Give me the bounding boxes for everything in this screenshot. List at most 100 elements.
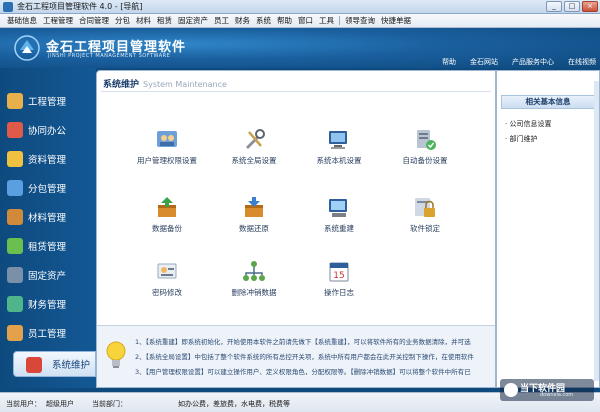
tool-auto-backup[interactable]: 自动备份设置 bbox=[390, 127, 460, 165]
link-service-center[interactable]: 产品服务中心 bbox=[512, 57, 554, 67]
menu-help[interactable]: 帮助 bbox=[274, 15, 295, 26]
tool-label: 数据备份 bbox=[152, 224, 182, 233]
sidebar-item-finance[interactable]: 财务管理 bbox=[0, 291, 94, 317]
menu-project[interactable]: 工程管理 bbox=[40, 15, 76, 26]
database-restore-icon bbox=[245, 197, 263, 217]
network-icon bbox=[243, 261, 265, 281]
main-panel: 系统维护 System Maintenance 用户管理权限设置 系统全局设置 系… bbox=[96, 70, 496, 388]
computer-icon bbox=[329, 131, 347, 149]
server-check-icon bbox=[417, 130, 436, 150]
link-online-video[interactable]: 在线视频 bbox=[568, 57, 596, 67]
sidebar-item-staff[interactable]: 员工管理 bbox=[0, 320, 94, 346]
package-icon bbox=[7, 209, 23, 225]
minimize-button[interactable]: _ bbox=[546, 1, 562, 12]
menu-contract[interactable]: 合同管理 bbox=[76, 15, 112, 26]
sidebar-item-label: 资料管理 bbox=[28, 155, 67, 166]
tool-local-settings[interactable]: 系统本机设置 bbox=[304, 127, 374, 165]
link-label: 部门维护 bbox=[509, 135, 538, 143]
menu-quick-docs[interactable]: 快捷单据 bbox=[378, 15, 414, 26]
sidebar-item-label: 固定资产 bbox=[28, 271, 67, 282]
sidebar: 工程管理 协同办公 资料管理 分包管理 材料管理 租赁管理 固定资产 财务管理 … bbox=[0, 68, 96, 388]
status-dept-label: 当前部门： bbox=[92, 400, 127, 408]
sidebar-item-project[interactable]: 工程管理 bbox=[0, 88, 94, 114]
tools-icon bbox=[246, 129, 265, 149]
sidebar-item-office[interactable]: 协同办公 bbox=[0, 117, 94, 143]
tip-line: 1、【系统重建】即系统初始化，开始使用本软件之前请先做下【系统重建】，可以将软件… bbox=[135, 338, 471, 346]
menu-staff[interactable]: 员工 bbox=[211, 15, 232, 26]
menu-subcontract[interactable]: 分包 bbox=[112, 15, 133, 26]
page-title-en: System Maintenance bbox=[143, 80, 227, 89]
tool-global-settings[interactable]: 系统全局设置 bbox=[219, 127, 289, 165]
watermark-sub: downxia.com bbox=[540, 392, 574, 398]
related-info-title: 相关基本信息 bbox=[501, 95, 595, 109]
sidebar-item-assets[interactable]: 固定资产 bbox=[0, 262, 94, 288]
menu-finance[interactable]: 财务 bbox=[232, 15, 253, 26]
tool-label: 删除冲销数据 bbox=[231, 288, 277, 297]
people-icon bbox=[7, 122, 23, 138]
app-icon bbox=[3, 1, 13, 12]
menu-material[interactable]: 材料 bbox=[133, 15, 154, 26]
sidebar-item-label: 财务管理 bbox=[28, 300, 67, 311]
sidebar-item-docs[interactable]: 资料管理 bbox=[0, 146, 94, 172]
window-controls: _ □ × bbox=[546, 1, 598, 12]
status-user-value: 超级用户 bbox=[46, 400, 74, 408]
tool-label: 密码修改 bbox=[152, 288, 182, 297]
cube-icon bbox=[7, 238, 23, 254]
tip-line: 3、【用户管理权限设置】可以建立操作用户、定义权限角色，分配权限等。【删除冲销数… bbox=[135, 368, 471, 376]
tool-user-permissions[interactable]: 用户管理权限设置 bbox=[132, 127, 202, 165]
tool-software-lock[interactable]: 软件锁定 bbox=[390, 195, 460, 233]
menu-window[interactable]: 窗口 bbox=[295, 15, 316, 26]
watermark: 当下软件园 downxia.com bbox=[500, 379, 594, 401]
lightbulb-icon bbox=[106, 341, 126, 368]
sidebar-item-label: 员工管理 bbox=[28, 329, 67, 340]
cabinet-icon bbox=[7, 267, 23, 283]
sidebar-item-subcontract[interactable]: 分包管理 bbox=[0, 175, 94, 201]
link-label: 公司信息设置 bbox=[509, 120, 552, 128]
divider bbox=[101, 91, 491, 92]
sidebar-item-system[interactable]: 系统维护 bbox=[13, 351, 96, 377]
link-company-info[interactable]: · 公司信息设置 bbox=[505, 119, 551, 129]
sidebar-item-material[interactable]: 材料管理 bbox=[0, 204, 94, 230]
sidebar-item-label: 租赁管理 bbox=[28, 242, 67, 253]
logo-icon bbox=[14, 35, 40, 61]
tool-change-password[interactable]: 密码修改 bbox=[132, 259, 202, 297]
tool-system-rebuild[interactable]: 系统重建 bbox=[304, 195, 374, 233]
tool-data-backup[interactable]: 数据备份 bbox=[132, 195, 202, 233]
tool-label: 系统重建 bbox=[324, 224, 354, 233]
tool-delete-offset-data[interactable]: 删除冲销数据 bbox=[219, 259, 289, 297]
menu-tools[interactable]: 工具 bbox=[316, 15, 337, 26]
worker-icon bbox=[7, 93, 23, 109]
sidebar-item-label: 工程管理 bbox=[28, 97, 67, 108]
sidebar-item-lease[interactable]: 租赁管理 bbox=[0, 233, 94, 259]
maximize-button[interactable]: □ bbox=[564, 1, 580, 12]
tool-label: 系统本机设置 bbox=[316, 156, 362, 165]
related-info-panel: 相关基本信息 · 公司信息设置 · 部门维护 bbox=[496, 70, 600, 388]
page-title: 系统维护 System Maintenance bbox=[103, 77, 227, 90]
panel-collapse-handle[interactable] bbox=[594, 81, 599, 381]
menu-leader-query[interactable]: 领导查询 bbox=[342, 15, 378, 26]
menu-system[interactable]: 系统 bbox=[253, 15, 274, 26]
brand-subtitle: JINSHI PROJECT MANAGEMENT SOFTWARE bbox=[48, 53, 171, 59]
calendar-log-icon: 15 bbox=[329, 262, 349, 282]
link-website[interactable]: 金石网站 bbox=[470, 57, 498, 67]
tips-panel: 1、【系统重建】即系统初始化，开始使用本软件之前请先做下【系统重建】，可以将软件… bbox=[97, 325, 495, 387]
menu-fixed-assets[interactable]: 固定资产 bbox=[175, 15, 211, 26]
money-icon bbox=[7, 296, 23, 312]
menu-lease[interactable]: 租赁 bbox=[154, 15, 175, 26]
tool-data-restore[interactable]: 数据还原 bbox=[219, 195, 289, 233]
title-bar: 金石工程项目管理软件 4.0 - [导航] _ □ × bbox=[0, 0, 600, 14]
page-title-cn: 系统维护 bbox=[103, 80, 140, 90]
svg-text:15: 15 bbox=[333, 271, 344, 281]
wrench-icon bbox=[26, 357, 42, 373]
database-backup-icon bbox=[158, 197, 176, 217]
tool-operation-log[interactable]: 15 操作日志 bbox=[304, 259, 374, 297]
close-button[interactable]: × bbox=[582, 1, 598, 12]
top-links: 帮助 金石网站 产品服务中心 在线视频 bbox=[442, 57, 596, 67]
menu-basic-info[interactable]: 基础信息 bbox=[4, 15, 40, 26]
sidebar-item-label: 协同办公 bbox=[28, 126, 67, 137]
link-department[interactable]: · 部门维护 bbox=[505, 134, 537, 144]
menu-separator bbox=[339, 16, 340, 25]
link-help[interactable]: 帮助 bbox=[442, 57, 456, 67]
tool-label: 自动备份设置 bbox=[402, 156, 448, 165]
tool-label: 数据还原 bbox=[239, 224, 269, 233]
